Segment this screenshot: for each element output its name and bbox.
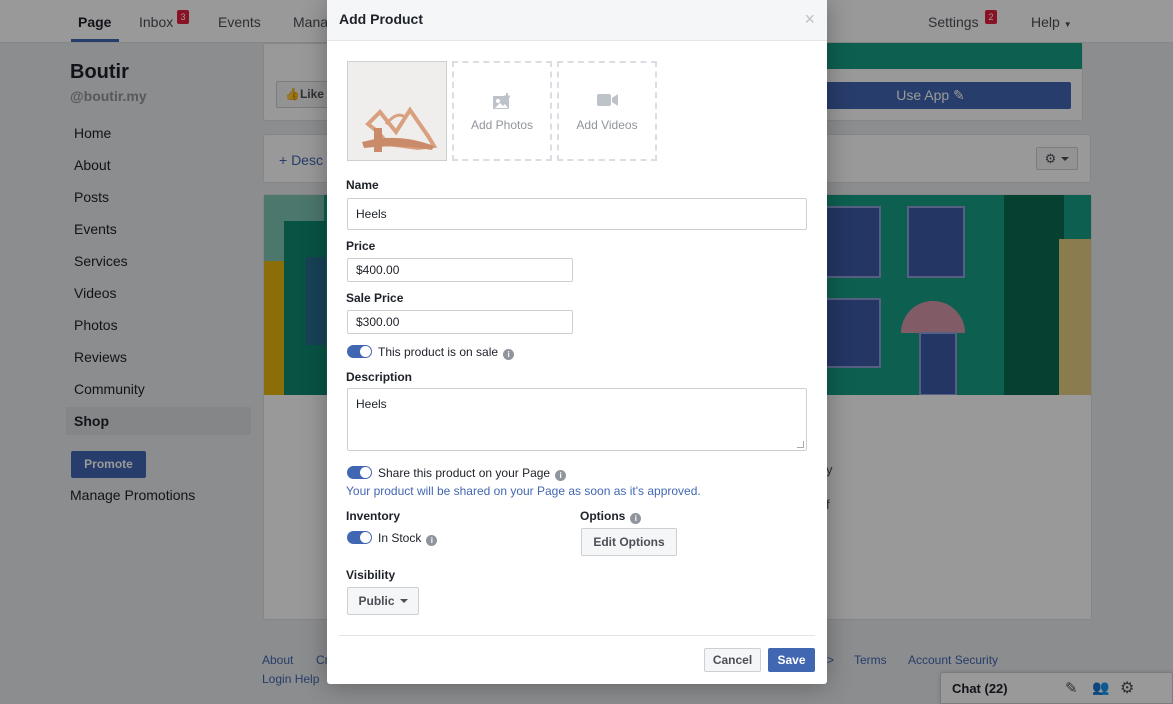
price-label: Price [346, 239, 376, 253]
edit-options-button[interactable]: Edit Options [581, 528, 677, 556]
visibility-dropdown[interactable]: Public [347, 587, 419, 615]
share-label: Share this product on your Page [378, 466, 551, 480]
resize-handle[interactable] [797, 441, 804, 448]
on-sale-toggle[interactable] [347, 345, 372, 358]
share-row: Share this product on your Page i [378, 466, 567, 481]
add-product-dialog: Add Product × Add Photos Add Videos Name… [327, 0, 827, 684]
inventory-label: Inventory [346, 509, 401, 523]
add-videos-label: Add Videos [576, 118, 638, 132]
info-icon[interactable]: i [630, 513, 642, 524]
add-photos-label: Add Photos [470, 118, 534, 132]
on-sale-row: This product is on sale i [378, 345, 515, 360]
name-field[interactable]: Heels [347, 198, 807, 230]
cancel-button[interactable]: Cancel [704, 648, 761, 672]
sale-price-field[interactable]: $300.00 [347, 310, 573, 334]
on-sale-label: This product is on sale [378, 345, 499, 359]
price-field[interactable]: $400.00 [347, 258, 573, 282]
footer-divider [339, 635, 815, 636]
visibility-label: Visibility [346, 568, 396, 582]
info-icon[interactable]: i [503, 349, 515, 360]
save-button[interactable]: Save [768, 648, 815, 672]
product-photo-thumbnail[interactable] [347, 61, 447, 161]
dialog-title: Add Product [339, 11, 423, 27]
sale-price-label: Sale Price [346, 291, 404, 305]
share-toggle[interactable] [347, 466, 372, 479]
in-stock-row: In Stock i [378, 531, 438, 546]
in-stock-toggle[interactable] [347, 531, 372, 544]
caret-down-icon [399, 599, 408, 603]
info-icon[interactable]: i [555, 470, 567, 481]
add-videos-button[interactable]: Add Videos [557, 61, 657, 161]
add-photo-icon [492, 93, 512, 113]
options-label: Options [580, 509, 626, 523]
close-icon[interactable]: × [804, 10, 815, 28]
add-photos-button[interactable]: Add Photos [452, 61, 552, 161]
dialog-header: Add Product × [327, 0, 827, 41]
share-helper-text: Your product will be shared on your Page… [346, 484, 701, 498]
description-field[interactable]: Heels [347, 388, 807, 451]
in-stock-label: In Stock [378, 531, 422, 545]
sandal-image [348, 62, 446, 160]
info-icon[interactable]: i [426, 535, 438, 546]
description-label: Description [346, 370, 413, 384]
visibility-value: Public [358, 594, 395, 608]
options-row: Options i [580, 509, 642, 524]
description-value: Heels [356, 397, 387, 411]
video-camera-icon [597, 93, 619, 110]
name-label: Name [346, 178, 379, 192]
